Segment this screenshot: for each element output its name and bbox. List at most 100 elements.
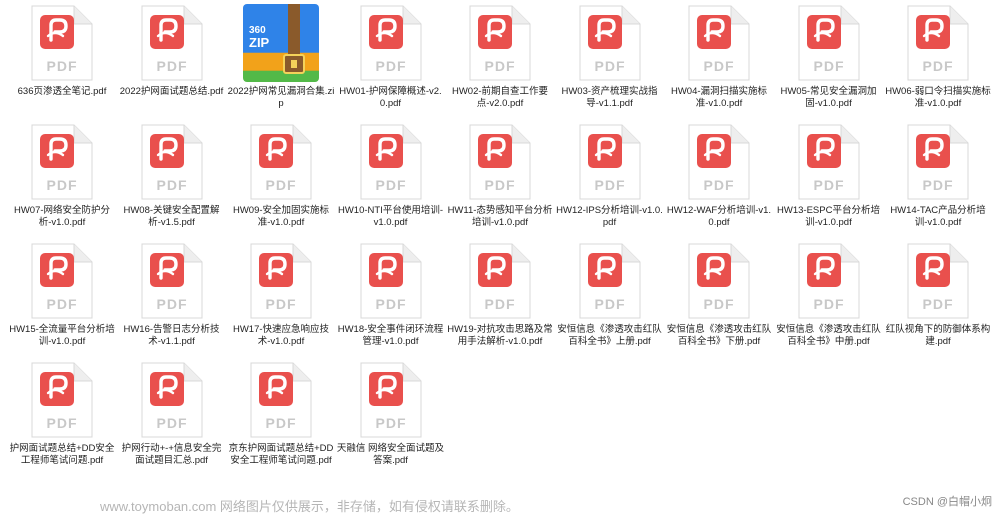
- pdf-file-icon: PDF: [688, 5, 750, 81]
- file-name: HW05-常见安全漏洞加固-v1.0.pdf: [780, 86, 877, 109]
- pdf-file-icon: PDF: [31, 5, 93, 81]
- pdf-file-icon: PDF: [141, 362, 202, 438]
- pdf-file-item[interactable]: PDF HW12-WAF分析培训-v1.0.pdf: [664, 119, 774, 244]
- file-name: 2022护网面试题总结.pdf: [119, 86, 224, 97]
- svg-text:PDF: PDF: [485, 296, 516, 312]
- svg-text:PDF: PDF: [47, 177, 78, 193]
- pdf-file-icon: PDF: [907, 124, 969, 200]
- file-name: 636页渗透全笔记.pdf: [17, 86, 107, 97]
- svg-text:PDF: PDF: [266, 296, 297, 312]
- file-name: HW12-IPS分析培训-v1.0.pdf: [556, 205, 663, 228]
- pdf-file-icon: PDF: [798, 5, 859, 81]
- pdf-file-icon: PDF: [907, 243, 969, 319]
- pdf-file-item[interactable]: PDF HW16-告警日志分析技术-v1.1.pdf: [117, 238, 227, 363]
- pdf-file-icon: PDF: [798, 124, 859, 200]
- watermark-text: www.toymoban.com 网络图片仅供展示，非存储，如有侵权请联系删除。: [100, 499, 519, 514]
- svg-text:PDF: PDF: [266, 415, 297, 431]
- svg-text:PDF: PDF: [375, 177, 406, 193]
- pdf-file-icon: PDF: [469, 243, 531, 319]
- pdf-file-icon: PDF: [469, 5, 531, 81]
- pdf-file-item[interactable]: PDF 安恒信息《渗透攻击红队百科全书》中册.pdf: [774, 238, 884, 363]
- pdf-file-item[interactable]: PDF HW08-关键安全配置解析-v1.5.pdf: [117, 119, 227, 244]
- pdf-file-icon: PDF: [31, 124, 93, 200]
- file-name: HW07-网络安全防护分析-v1.0.pdf: [13, 205, 111, 228]
- pdf-file-item[interactable]: PDF HW04-漏洞扫描实施标准-v1.0.pdf: [664, 0, 774, 125]
- file-name: 护网行动+-+信息安全完面试题目汇总.pdf: [121, 443, 222, 466]
- pdf-file-icon: PDF: [688, 243, 750, 319]
- pdf-file-item[interactable]: PDF HW06-弱口令扫描实施标准-v1.0.pdf: [883, 0, 993, 125]
- file-name: HW01-护网保障概述-v2.0.pdf: [339, 86, 442, 109]
- file-name: 安恒信息《渗透攻击红队百科全书》中册.pdf: [776, 324, 881, 347]
- svg-text:PDF: PDF: [156, 58, 187, 74]
- pdf-file-item[interactable]: PDF HW05-常见安全漏洞加固-v1.0.pdf: [774, 0, 884, 125]
- zip-file-item[interactable]: 360 ZIP 2022护网常见漏洞合集.zip: [226, 0, 336, 125]
- pdf-file-item[interactable]: PDF HW02-前期自查工作要点-v2.0.pdf: [445, 0, 555, 125]
- file-name: 2022护网常见漏洞合集.zip: [227, 86, 335, 109]
- attribution-text: CSDN @白帽小炯: [902, 496, 992, 508]
- file-name: 安恒信息《渗透攻击红队百科全书》上册.pdf: [557, 324, 662, 347]
- file-name: HW06-弱口令扫描实施标准-v1.0.pdf: [885, 86, 991, 109]
- svg-text:PDF: PDF: [156, 177, 187, 193]
- pdf-file-item[interactable]: PDF HW13-ESPC平台分析培训-v1.0.pdf: [774, 119, 884, 244]
- svg-text:PDF: PDF: [47, 415, 78, 431]
- pdf-file-icon: PDF: [360, 124, 421, 200]
- pdf-file-icon: PDF: [360, 362, 421, 438]
- svg-text:PDF: PDF: [485, 58, 516, 74]
- pdf-file-item[interactable]: PDF HW17-快速应急响应技术-v1.0.pdf: [226, 238, 336, 363]
- pdf-file-icon: PDF: [250, 243, 312, 319]
- pdf-file-item[interactable]: PDF HW19-对抗攻击思路及常用手法解析-v1.0.pdf: [445, 238, 555, 363]
- file-name: 安恒信息《渗透攻击红队百科全书》下册.pdf: [666, 324, 772, 347]
- file-name: HW09-安全加固实施标准-v1.0.pdf: [232, 205, 330, 228]
- pdf-file-item[interactable]: PDF 636页渗透全笔记.pdf: [7, 0, 117, 125]
- svg-text:PDF: PDF: [923, 296, 954, 312]
- pdf-file-icon: PDF: [360, 5, 421, 81]
- file-name: HW15-全流量平台分析培训-v1.0.pdf: [9, 324, 115, 347]
- pdf-file-item[interactable]: PDF 天融信 网络安全面试题及答案.pdf: [336, 357, 446, 482]
- pdf-file-item[interactable]: PDF HW14-TAC产品分析培训-v1.0.pdf: [883, 119, 993, 244]
- pdf-file-icon: PDF: [31, 362, 93, 438]
- file-grid: PDF 636页渗透全笔记.pdf PDF 2022护网面试题总结.pdf 36…: [0, 0, 1000, 512]
- svg-text:PDF: PDF: [156, 296, 187, 312]
- pdf-file-item[interactable]: PDF 京东护网面试题总结+DD安全工程师笔试问题.pdf: [226, 357, 336, 482]
- svg-text:PDF: PDF: [704, 296, 735, 312]
- pdf-file-icon: PDF: [469, 124, 531, 200]
- file-name: HW11-态势感知平台分析培训-v1.0.pdf: [447, 205, 553, 228]
- pdf-file-item[interactable]: PDF HW03-资产梳理实战指导-v1.1.pdf: [555, 0, 665, 125]
- file-name: HW13-ESPC平台分析培训-v1.0.pdf: [777, 205, 880, 228]
- file-name: HW12-WAF分析培训-v1.0.pdf: [666, 205, 772, 228]
- svg-text:PDF: PDF: [923, 177, 954, 193]
- svg-text:ZIP: ZIP: [249, 35, 270, 50]
- pdf-file-item[interactable]: PDF 2022护网面试题总结.pdf: [117, 0, 227, 125]
- svg-text:PDF: PDF: [594, 296, 625, 312]
- pdf-file-item[interactable]: PDF HW01-护网保障概述-v2.0.pdf: [336, 0, 446, 125]
- file-name: HW19-对抗攻击思路及常用手法解析-v1.0.pdf: [447, 324, 553, 347]
- pdf-file-item[interactable]: PDF HW12-IPS分析培训-v1.0.pdf: [555, 119, 665, 244]
- pdf-file-item[interactable]: PDF HW10-NTI平台使用培训-v1.0.pdf: [336, 119, 446, 244]
- pdf-file-item[interactable]: PDF HW18-安全事件闭环流程管理-v1.0.pdf: [336, 238, 446, 363]
- file-name: HW14-TAC产品分析培训-v1.0.pdf: [890, 205, 986, 228]
- pdf-file-icon: PDF: [250, 124, 312, 200]
- file-name: HW17-快速应急响应技术-v1.0.pdf: [232, 324, 330, 347]
- pdf-file-item[interactable]: PDF 安恒信息《渗透攻击红队百科全书》上册.pdf: [555, 238, 665, 363]
- pdf-file-item[interactable]: PDF HW09-安全加固实施标准-v1.0.pdf: [226, 119, 336, 244]
- pdf-file-item[interactable]: PDF 红队视角下的防御体系构建.pdf: [883, 238, 993, 363]
- svg-text:PDF: PDF: [594, 58, 625, 74]
- pdf-file-icon: PDF: [250, 362, 312, 438]
- pdf-file-icon: PDF: [688, 124, 750, 200]
- pdf-file-item[interactable]: PDF HW11-态势感知平台分析培训-v1.0.pdf: [445, 119, 555, 244]
- pdf-file-item[interactable]: PDF 安恒信息《渗透攻击红队百科全书》下册.pdf: [664, 238, 774, 363]
- file-name: HW04-漏洞扫描实施标准-v1.0.pdf: [670, 86, 768, 109]
- file-name: HW16-告警日志分析技术-v1.1.pdf: [123, 324, 220, 347]
- file-name: HW02-前期自查工作要点-v2.0.pdf: [451, 86, 549, 109]
- svg-text:PDF: PDF: [375, 415, 406, 431]
- pdf-file-icon: PDF: [907, 5, 969, 81]
- svg-text:PDF: PDF: [485, 177, 516, 193]
- pdf-file-item[interactable]: PDF 护网面试题总结+DD安全工程师笔试问题.pdf: [7, 357, 117, 482]
- pdf-file-item[interactable]: PDF HW07-网络安全防护分析-v1.0.pdf: [7, 119, 117, 244]
- pdf-file-item[interactable]: PDF 护网行动+-+信息安全完面试题目汇总.pdf: [117, 357, 227, 482]
- svg-text:PDF: PDF: [813, 58, 844, 74]
- file-name: 红队视角下的防御体系构建.pdf: [885, 324, 991, 347]
- svg-text:PDF: PDF: [813, 296, 844, 312]
- pdf-file-item[interactable]: PDF HW15-全流量平台分析培训-v1.0.pdf: [7, 238, 117, 363]
- svg-text:PDF: PDF: [266, 177, 297, 193]
